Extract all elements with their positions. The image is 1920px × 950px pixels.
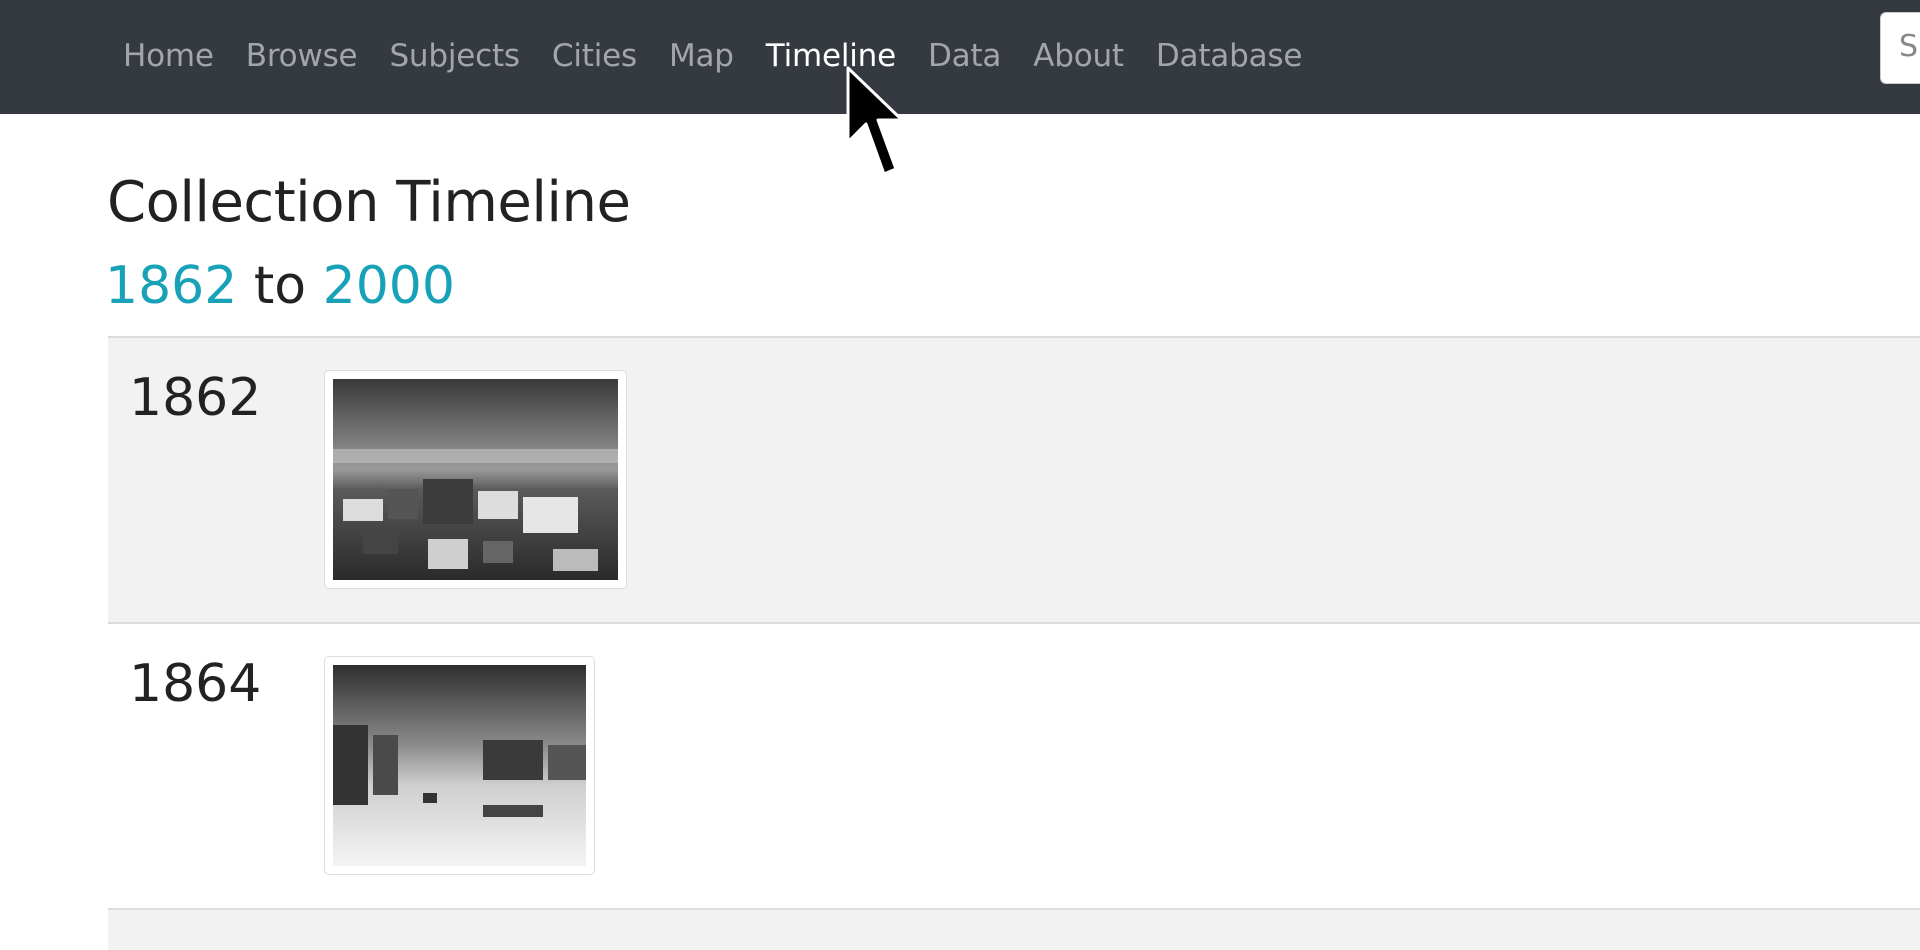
search-input[interactable]: S bbox=[1880, 12, 1920, 84]
nav-data[interactable]: Data bbox=[912, 38, 1017, 74]
timeline-year: 1862 bbox=[129, 368, 262, 428]
nav-cities[interactable]: Cities bbox=[536, 38, 653, 74]
nav-links: Home Browse Subjects Cities Map Timeline… bbox=[107, 0, 1318, 112]
range-separator: to bbox=[253, 256, 307, 316]
page-title: Collection Timeline bbox=[107, 170, 631, 235]
historic-town-photo-icon[interactable] bbox=[324, 370, 627, 589]
timeline-row: 1862 bbox=[108, 336, 1920, 622]
nav-home[interactable]: Home bbox=[107, 38, 230, 74]
nav-database[interactable]: Database bbox=[1140, 38, 1318, 74]
date-range: 1862 to 2000 bbox=[105, 256, 455, 316]
nav-subjects[interactable]: Subjects bbox=[373, 38, 535, 74]
snowy-street-photo-icon[interactable] bbox=[324, 656, 595, 875]
timeline-row: 1864 bbox=[108, 622, 1920, 908]
mouse-cursor-icon bbox=[846, 66, 904, 176]
timeline-year: 1864 bbox=[129, 654, 262, 714]
top-navbar: Home Browse Subjects Cities Map Timeline… bbox=[0, 0, 1920, 114]
nav-about[interactable]: About bbox=[1017, 38, 1140, 74]
nav-browse[interactable]: Browse bbox=[230, 38, 374, 74]
timeline-list: 1862 1864 bbox=[108, 336, 1920, 950]
range-start-link[interactable]: 1862 bbox=[105, 256, 237, 316]
nav-map[interactable]: Map bbox=[653, 38, 750, 74]
range-end-link[interactable]: 2000 bbox=[323, 256, 455, 316]
